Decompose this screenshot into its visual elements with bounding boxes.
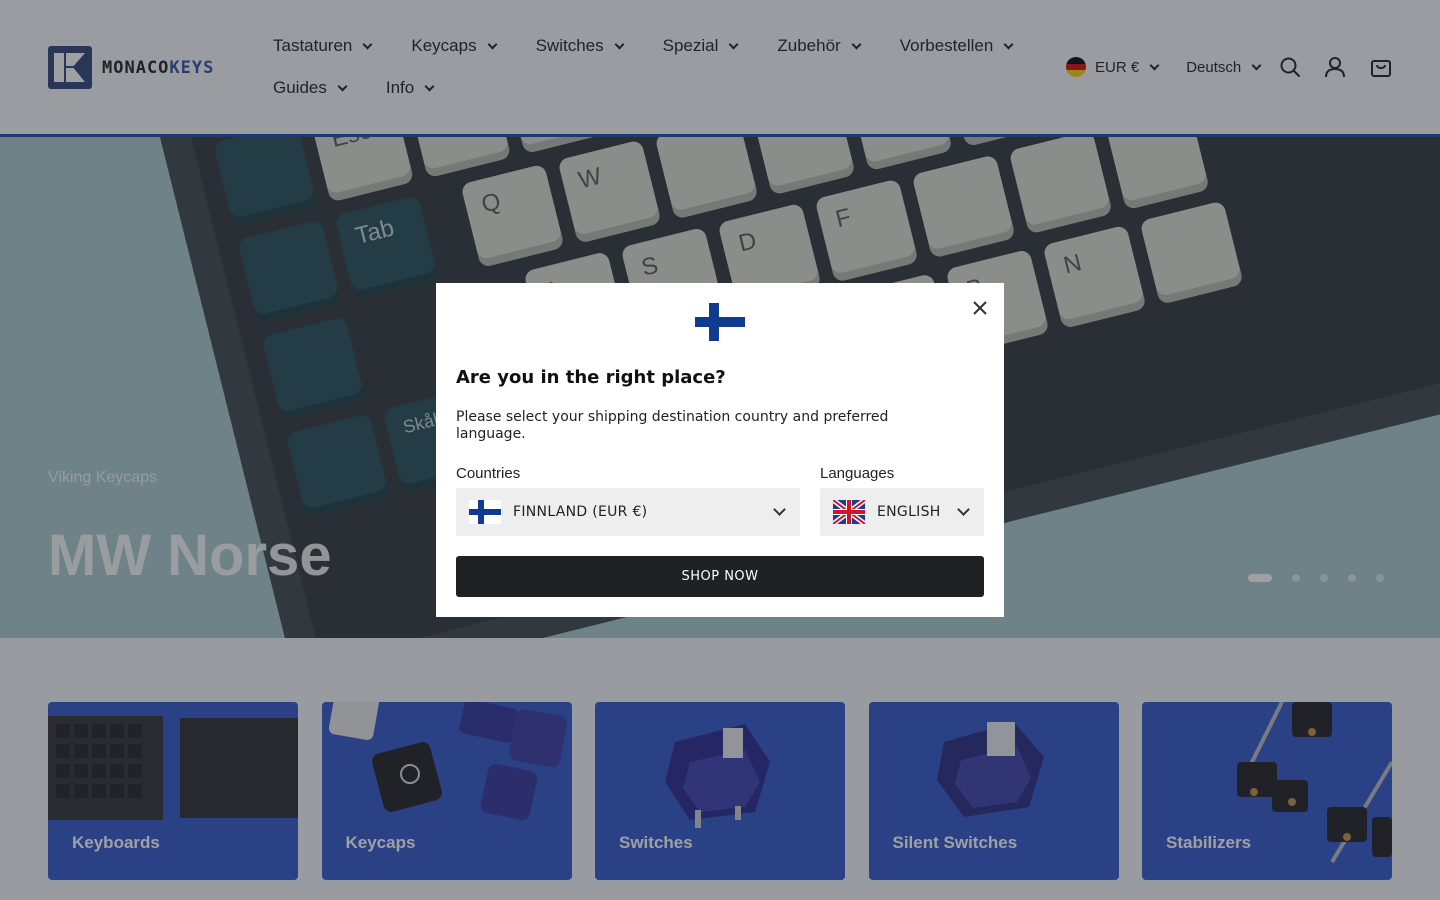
uk-flag-icon [833,500,865,524]
shop-now-button[interactable]: SHOP NOW [456,556,984,597]
modal-title: Are you in the right place? [456,367,726,388]
chevron-down-icon [773,503,786,516]
close-icon[interactable] [970,298,990,318]
modal-description: Please select your shipping destination … [456,409,889,442]
finland-flag-icon [695,303,745,341]
language-select[interactable]: ENGLISH [820,488,984,536]
languages-label: Languages [820,465,895,482]
country-select[interactable]: FINNLAND (EUR €) [456,488,800,536]
chevron-down-icon [957,503,970,516]
country-language-modal: Are you in the right place? Please selec… [436,283,1004,617]
country-select-value: FINNLAND (EUR €) [513,504,648,520]
countries-label: Countries [456,465,521,482]
finland-flag-icon [469,500,501,524]
language-select-value: ENGLISH [877,504,941,520]
